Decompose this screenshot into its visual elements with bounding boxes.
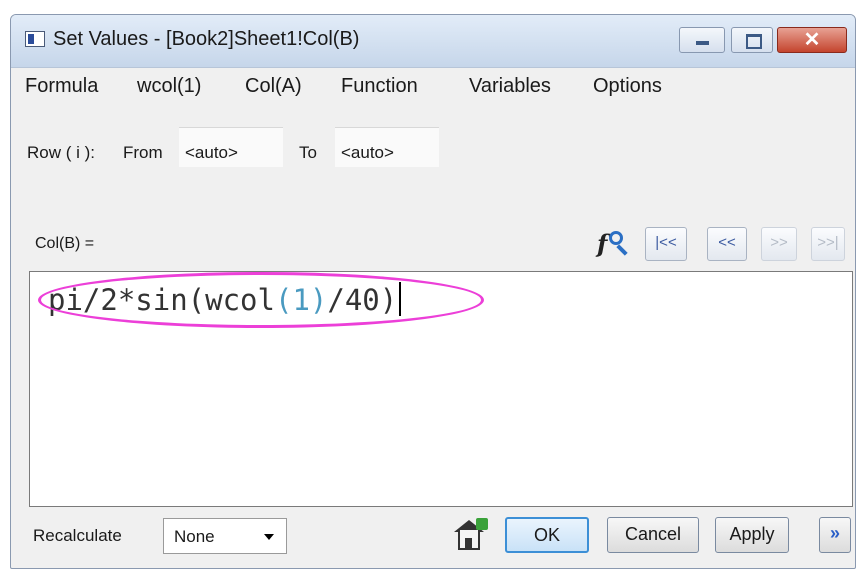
title-bar[interactable]: Set Values - [Book2]Sheet1!Col(B) ✕ [11, 15, 855, 68]
last-button[interactable]: >>| [811, 227, 845, 261]
menu-variables[interactable]: Variables [469, 75, 551, 98]
menu-options[interactable]: Options [593, 75, 662, 98]
window-title: Set Values - [Book2]Sheet1!Col(B) [53, 28, 360, 50]
previous-button[interactable]: << [707, 227, 747, 261]
menu-formula[interactable]: Formula [25, 75, 98, 98]
minimize-button[interactable] [679, 27, 725, 53]
close-button[interactable]: ✕ [777, 27, 847, 53]
to-label: To [299, 143, 317, 162]
chevron-down-icon [264, 534, 274, 540]
app-icon [25, 31, 45, 47]
function-search-button[interactable]: f [593, 227, 631, 261]
ok-button[interactable]: OK [505, 517, 589, 553]
fx-icon: f [597, 229, 608, 258]
menu-bar: Formula wcol(1) Col(A) Function Variable… [11, 69, 855, 105]
menu-wcol[interactable]: wcol(1) [137, 75, 201, 98]
maximize-button[interactable] [731, 27, 773, 53]
from-label: From [123, 143, 163, 162]
magnifier-icon [609, 231, 623, 245]
close-icon: ✕ [803, 29, 821, 51]
next-button[interactable]: >> [761, 227, 797, 261]
recalculate-select[interactable]: None [163, 518, 287, 554]
to-input[interactable] [335, 127, 439, 167]
highlight-ellipse [38, 272, 484, 328]
column-formula-label: Col(B) = [35, 235, 95, 252]
from-input[interactable] [179, 127, 283, 167]
row-range-label: Row ( i ): [27, 143, 95, 162]
cancel-button[interactable]: Cancel [607, 517, 699, 553]
expand-button[interactable]: » [819, 517, 851, 553]
formula-editor[interactable]: pi/2*sin(wcol(1)/40) [29, 271, 853, 507]
set-values-dialog: Set Values - [Book2]Sheet1!Col(B) ✕ Form… [10, 14, 856, 569]
recalculate-label: Recalculate [33, 526, 122, 545]
menu-function[interactable]: Function [341, 75, 418, 98]
apply-button[interactable]: Apply [715, 517, 789, 553]
recalculate-value: None [174, 527, 215, 546]
menu-col-a[interactable]: Col(A) [245, 75, 302, 98]
home-folder-icon[interactable] [454, 518, 490, 552]
first-button[interactable]: |<< [645, 227, 687, 261]
